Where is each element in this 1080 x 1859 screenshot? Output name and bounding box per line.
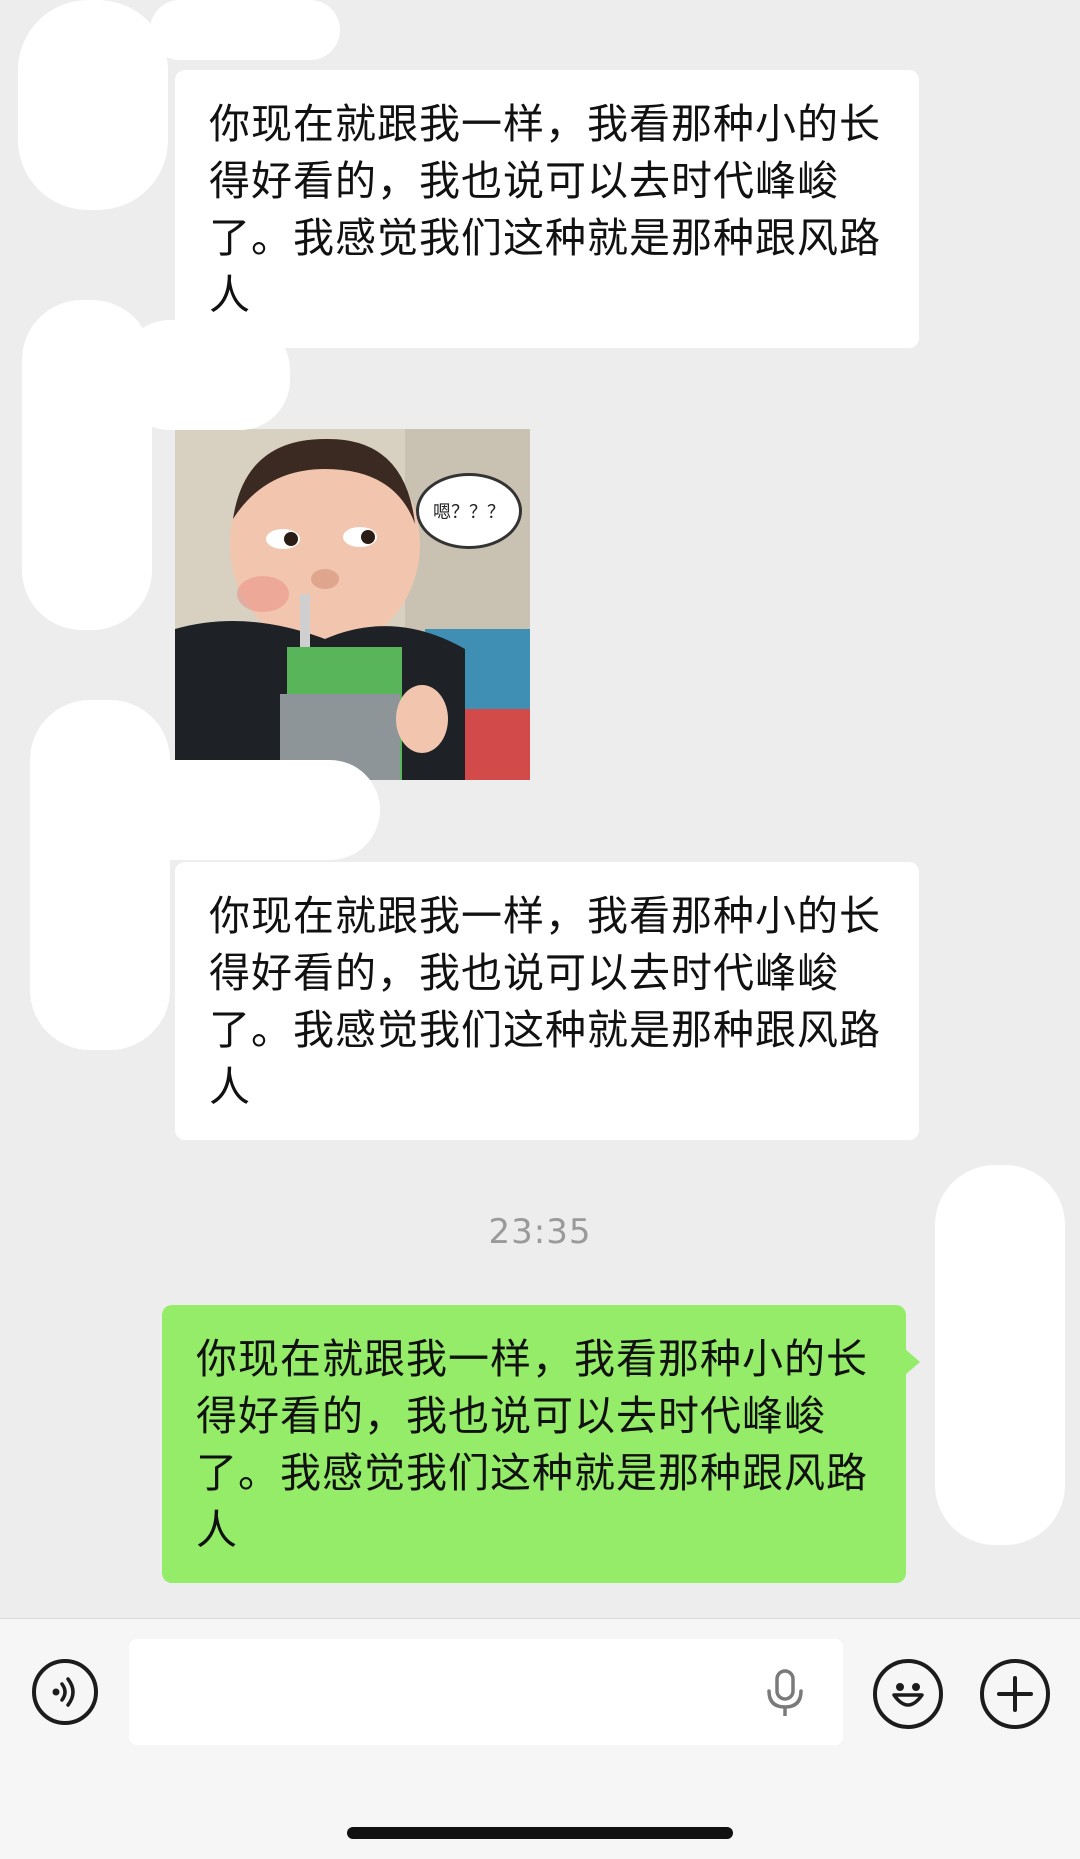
sticker-image[interactable]: 嗯？？？ <box>175 429 530 780</box>
chat-area[interactable]: 你现在就跟我一样，我看那种小的长得好看的，我也说可以去时代峰峻了。我感觉我们这种… <box>0 0 1080 1618</box>
redaction-mask <box>120 760 380 860</box>
message-text: 你现在就跟我一样，我看那种小的长得好看的，我也说可以去时代峰峻了。我感觉我们这种… <box>209 100 881 319</box>
plus-circle-icon <box>997 1676 1033 1712</box>
emoji-button[interactable] <box>873 1659 943 1729</box>
thought-bubble: 嗯？？？ <box>416 473 522 549</box>
redaction-mask <box>150 0 340 60</box>
sticker-caption: 嗯？？？ <box>433 502 505 523</box>
microphone-icon[interactable] <box>765 1669 805 1719</box>
voice-wave-icon <box>52 1677 75 1707</box>
message-input[interactable] <box>129 1639 843 1745</box>
message-text: 你现在就跟我一样，我看那种小的长得好看的，我也说可以去时代峰峻了。我感觉我们这种… <box>209 892 881 1111</box>
redaction-mask <box>120 320 290 430</box>
message-text: 你现在就跟我一样，我看那种小的长得好看的，我也说可以去时代峰峻了。我感觉我们这种… <box>196 1335 868 1554</box>
redaction-mask <box>30 700 170 1050</box>
home-indicator[interactable] <box>347 1827 733 1839</box>
incoming-message-bubble[interactable]: 你现在就跟我一样，我看那种小的长得好看的，我也说可以去时代峰峻了。我感觉我们这种… <box>175 70 919 348</box>
more-options-button[interactable] <box>980 1659 1050 1729</box>
chat-input-bar <box>0 1618 1080 1859</box>
message-timestamp: 23:35 <box>488 1212 592 1252</box>
voice-toggle-button[interactable] <box>32 1659 98 1725</box>
incoming-message-bubble[interactable]: 你现在就跟我一样，我看那种小的长得好看的，我也说可以去时代峰峻了。我感觉我们这种… <box>175 862 919 1140</box>
outgoing-message-bubble[interactable]: 你现在就跟我一样，我看那种小的长得好看的，我也说可以去时代峰峻了。我感觉我们这种… <box>162 1305 920 1583</box>
smiley-icon <box>892 1683 924 1707</box>
redaction-mask <box>935 1165 1065 1545</box>
redaction-mask <box>18 0 168 210</box>
